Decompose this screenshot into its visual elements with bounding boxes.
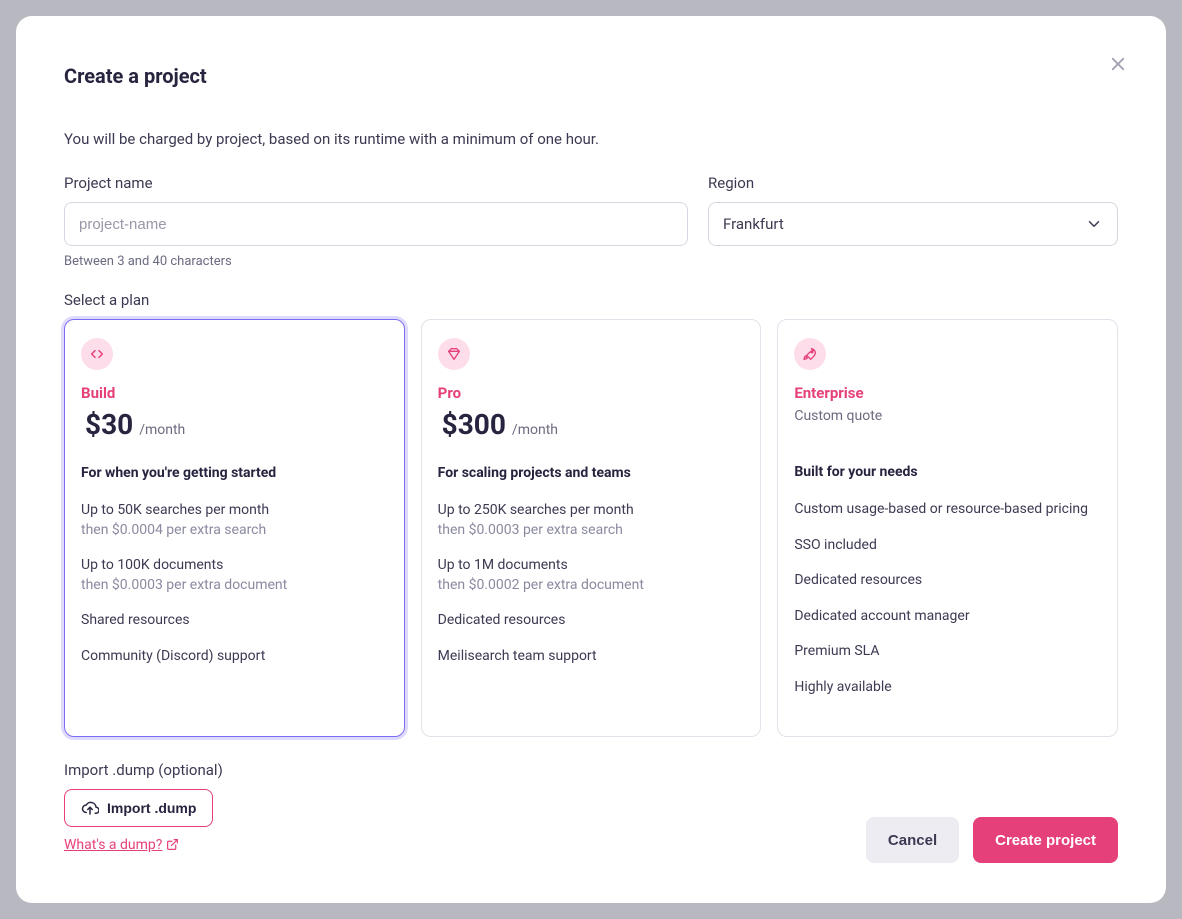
plan-feature: Up to 100K documents then $0.0003 per ex… bbox=[81, 556, 388, 595]
cloud-upload-icon bbox=[81, 799, 99, 817]
plan-name: Enterprise bbox=[794, 384, 1101, 402]
modal-footer: Cancel Create project bbox=[866, 817, 1118, 863]
plan-feature: Dedicated resources bbox=[438, 611, 745, 631]
plan-period: /month bbox=[512, 422, 558, 438]
chevron-down-icon bbox=[1085, 215, 1103, 233]
region-label: Region bbox=[708, 174, 1118, 192]
plans-grid: Build $30 /month For when you're getting… bbox=[64, 319, 1118, 737]
plan-feature: Custom usage-based or resource-based pri… bbox=[794, 500, 1101, 520]
project-name-helper: Between 3 and 40 characters bbox=[64, 254, 688, 269]
import-dump-button[interactable]: Import .dump bbox=[64, 789, 213, 827]
plan-feature: Up to 250K searches per month then $0.00… bbox=[438, 501, 745, 540]
plan-card-enterprise[interactable]: Enterprise Custom quote Built for your n… bbox=[777, 319, 1118, 737]
plan-feature: Meilisearch team support bbox=[438, 647, 745, 667]
plan-feature: Shared resources bbox=[81, 611, 388, 631]
plan-feature: Premium SLA bbox=[794, 642, 1101, 662]
plan-custom-quote: Custom quote bbox=[794, 408, 1101, 424]
whats-a-dump-link[interactable]: What's a dump? bbox=[64, 837, 179, 853]
project-name-label: Project name bbox=[64, 174, 688, 192]
external-link-icon bbox=[166, 838, 179, 851]
plan-price: $300 bbox=[442, 408, 506, 441]
region-selected-value: Frankfurt bbox=[723, 215, 784, 233]
create-project-button[interactable]: Create project bbox=[973, 817, 1118, 863]
plan-name: Pro bbox=[438, 384, 745, 402]
create-project-modal: Create a project You will be charged by … bbox=[16, 16, 1166, 903]
select-plan-label: Select a plan bbox=[64, 291, 1118, 309]
plan-headline: For scaling projects and teams bbox=[438, 465, 745, 481]
plan-feature: Up to 50K searches per month then $0.000… bbox=[81, 501, 388, 540]
plan-feature: Dedicated resources bbox=[794, 571, 1101, 591]
plan-card-build[interactable]: Build $30 /month For when you're getting… bbox=[64, 319, 405, 737]
charge-note: You will be charged by project, based on… bbox=[64, 130, 1118, 148]
modal-title: Create a project bbox=[64, 64, 1118, 88]
plan-feature: Up to 1M documents then $0.0002 per extr… bbox=[438, 556, 745, 595]
plan-name: Build bbox=[81, 384, 388, 402]
rocket-icon bbox=[794, 338, 826, 370]
plan-price: $30 bbox=[85, 408, 133, 441]
cancel-button[interactable]: Cancel bbox=[866, 817, 959, 863]
project-name-input[interactable] bbox=[64, 202, 688, 246]
plan-feature: Dedicated account manager bbox=[794, 607, 1101, 627]
close-icon bbox=[1109, 55, 1127, 73]
plan-card-pro[interactable]: Pro $300 /month For scaling projects and… bbox=[421, 319, 762, 737]
import-dump-label: Import .dump (optional) bbox=[64, 761, 1118, 779]
plan-feature: SSO included bbox=[794, 536, 1101, 556]
plan-headline: For when you're getting started bbox=[81, 465, 388, 481]
plan-feature: Highly available bbox=[794, 678, 1101, 698]
diamond-icon bbox=[438, 338, 470, 370]
plan-period: /month bbox=[139, 422, 185, 438]
plan-feature: Community (Discord) support bbox=[81, 647, 388, 667]
code-icon bbox=[81, 338, 113, 370]
region-select[interactable]: Frankfurt bbox=[708, 202, 1118, 246]
close-button[interactable] bbox=[1106, 52, 1130, 76]
plan-headline: Built for your needs bbox=[794, 464, 1101, 480]
